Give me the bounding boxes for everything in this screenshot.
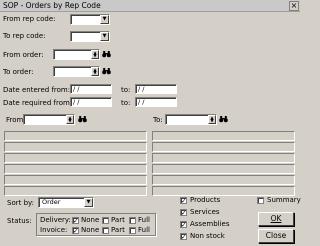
to-selection-list[interactable] (152, 131, 295, 196)
date-entered-to-value: / / (138, 85, 145, 93)
to-rep-code-label: To rep code: (3, 32, 46, 40)
products-checkbox[interactable]: ✓ (180, 197, 187, 204)
list-item[interactable] (152, 164, 295, 174)
invoice-label: Invoice: (40, 226, 68, 234)
assemblies-checkbox[interactable]: ✓ (180, 221, 187, 228)
date-required-to-value: / / (138, 98, 145, 106)
sort-by-value: Order (42, 198, 61, 206)
date-entered-from-input[interactable]: / / (70, 84, 112, 94)
from-order-label: From order: (3, 51, 44, 59)
ok-button-label: OK (270, 214, 282, 223)
from-order-input[interactable]: ▲ ▼ (53, 49, 100, 60)
close-button-label: Close (265, 231, 287, 240)
invoice-full-label: Full (138, 226, 150, 234)
sort-by-select[interactable]: Order ▼ (38, 197, 94, 208)
date-required-to-label: to: (121, 99, 131, 107)
delivery-part-checkbox[interactable] (102, 217, 109, 224)
from-input[interactable]: ▲ ▼ (23, 114, 75, 125)
spin-buttons-icon[interactable]: ▲ ▼ (91, 67, 99, 76)
date-required-to-input[interactable]: / / (135, 97, 177, 107)
spin-buttons-icon[interactable]: ▲ ▼ (91, 50, 99, 59)
list-item[interactable] (4, 186, 147, 196)
invoice-none-checkbox[interactable]: ✓ (72, 227, 79, 234)
chevron-down-icon[interactable]: ▼ (100, 32, 109, 41)
list-item[interactable] (4, 153, 147, 163)
binoculars-icon[interactable] (102, 67, 111, 75)
chevron-down-icon[interactable]: ▼ (84, 198, 93, 207)
date-entered-to-input[interactable]: / / (135, 84, 177, 94)
list-item[interactable] (152, 153, 295, 163)
to-label: To: (153, 116, 163, 124)
list-item[interactable] (152, 131, 295, 141)
list-item[interactable] (152, 186, 295, 196)
invoice-part-label: Part (111, 226, 125, 234)
binoculars-icon[interactable] (219, 115, 228, 123)
from-rep-code-label: From rep code: (3, 15, 56, 23)
spin-buttons-icon[interactable]: ▲ ▼ (66, 115, 74, 124)
from-selection-list[interactable] (4, 131, 147, 196)
delivery-none-checkbox[interactable]: ✓ (72, 217, 79, 224)
delivery-full-label: Full (138, 216, 150, 224)
invoice-none-label: None (81, 226, 100, 234)
products-label: Products (190, 196, 221, 204)
summary-label: Summary (267, 196, 301, 204)
date-required-from-input[interactable]: / / (70, 97, 112, 107)
date-entered-from-label: Date entered from: (3, 86, 71, 94)
to-input[interactable]: ▲ ▼ (165, 114, 217, 125)
delivery-part-label: Part (111, 216, 125, 224)
non-stock-label: Non stock (190, 232, 225, 240)
date-entered-to-label: to: (121, 86, 131, 94)
delivery-label: Delivery: (40, 216, 71, 224)
list-item[interactable] (4, 142, 147, 152)
assemblies-label: Assemblies (190, 220, 230, 228)
services-label: Services (190, 208, 220, 216)
non-stock-checkbox[interactable]: ✓ (180, 233, 187, 240)
delivery-none-label: None (81, 216, 100, 224)
date-entered-from-value: / / (73, 85, 80, 93)
date-required-from-value: / / (73, 98, 80, 106)
services-checkbox[interactable]: ✓ (180, 209, 187, 216)
chevron-down-icon[interactable]: ▼ (100, 15, 109, 24)
status-label: Status: (7, 217, 32, 225)
delivery-full-checkbox[interactable] (129, 217, 136, 224)
to-order-label: To order: (3, 68, 34, 76)
window-title: SOP - Orders by Rep Code (3, 1, 101, 10)
title-bar: SOP - Orders by Rep Code × (0, 0, 300, 12)
invoice-part-checkbox[interactable] (102, 227, 109, 234)
to-order-input[interactable]: ▲ ▼ (53, 66, 100, 77)
close-window-icon[interactable]: × (289, 1, 299, 11)
summary-checkbox[interactable] (257, 197, 264, 204)
list-item[interactable] (4, 131, 147, 141)
status-group: Delivery: ✓ None Part Full Invoice: ✓ No… (36, 213, 156, 236)
from-rep-code-combo[interactable]: ▼ (70, 14, 110, 25)
list-item[interactable] (152, 175, 295, 185)
binoculars-icon[interactable] (78, 115, 87, 123)
list-item[interactable] (4, 164, 147, 174)
sort-by-label: Sort by: (7, 199, 35, 207)
to-rep-code-combo[interactable]: ▼ (70, 31, 110, 42)
date-required-from-label: Date required from (3, 99, 70, 107)
orders-by-rep-code-window: SOP - Orders by Rep Code × From rep code… (0, 0, 301, 246)
list-item[interactable] (152, 142, 295, 152)
invoice-full-checkbox[interactable] (129, 227, 136, 234)
ok-button[interactable]: OK (258, 212, 294, 226)
close-button[interactable]: Close (258, 229, 294, 243)
spin-buttons-icon[interactable]: ▲ ▼ (208, 115, 216, 124)
list-item[interactable] (4, 175, 147, 185)
binoculars-icon[interactable] (102, 50, 111, 58)
